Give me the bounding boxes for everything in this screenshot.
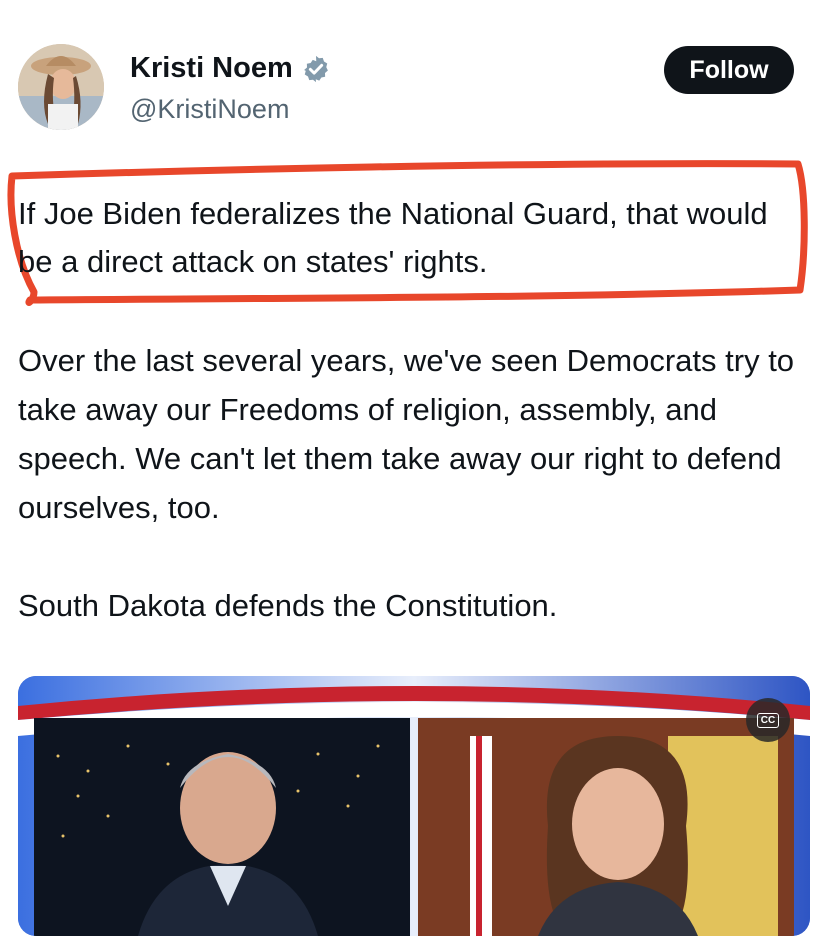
closed-captions-button[interactable]: CC [746,698,790,742]
video-media[interactable]: CC [18,676,810,936]
tweet-paragraph: South Dakota defends the Constitution. [18,588,558,623]
tweet-paragraph: Over the last several years, we've seen … [18,343,795,525]
author-name-row: Kristi Noem [130,52,331,85]
tweet-body: Over the last several years, we've seen … [18,336,810,630]
author-name[interactable]: Kristi Noem [130,52,293,85]
author-handle[interactable]: @KristiNoem [130,94,289,125]
tweet-highlighted-text: If Joe Biden federalizes the National Gu… [18,196,768,279]
follow-button[interactable]: Follow [664,46,794,94]
avatar[interactable] [18,44,104,130]
video-thumbnail [18,676,810,936]
avatar-photo [18,44,104,130]
closed-captions-icon: CC [756,712,780,728]
verified-badge-icon[interactable] [301,54,331,84]
